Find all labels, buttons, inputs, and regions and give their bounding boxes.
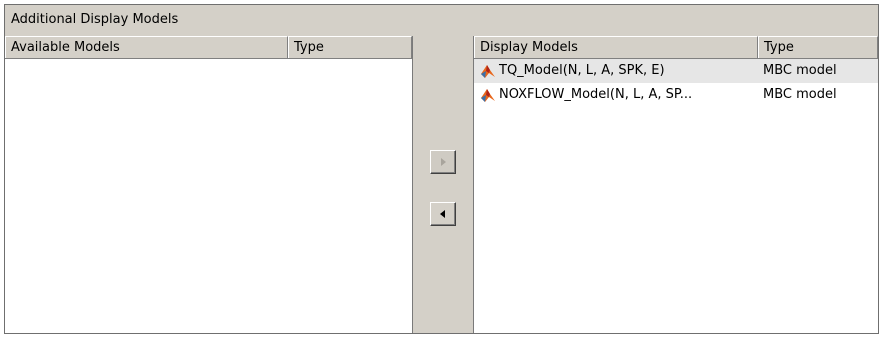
model-name-cell: TQ_Model(N, L, A, SPK, E) xyxy=(474,59,758,83)
display-models-body[interactable]: TQ_Model(N, L, A, SPK, E) MBC model NOXF… xyxy=(474,59,878,333)
panel-title: Additional Display Models xyxy=(5,5,878,37)
model-name-cell: NOXFLOW_Model(N, L, A, SP... xyxy=(474,83,758,107)
column-header-display-models[interactable]: Display Models xyxy=(474,36,758,58)
model-type-cell: MBC model xyxy=(763,63,837,78)
model-name: NOXFLOW_Model(N, L, A, SP... xyxy=(499,87,693,102)
display-models-header: Display Models Type xyxy=(474,36,878,59)
list-item[interactable]: NOXFLOW_Model(N, L, A, SP... MBC model xyxy=(474,83,878,107)
remove-model-button[interactable] xyxy=(430,202,456,226)
available-models-list[interactable]: Available Models Type xyxy=(5,36,413,333)
column-header-type[interactable]: Type xyxy=(288,36,412,58)
column-header-available-models[interactable]: Available Models xyxy=(5,36,288,58)
arrow-left-icon xyxy=(440,210,445,218)
add-model-button[interactable] xyxy=(430,150,456,174)
additional-display-models-panel: Additional Display Models Available Mode… xyxy=(4,4,879,334)
list-item[interactable]: TQ_Model(N, L, A, SPK, E) MBC model xyxy=(474,59,878,83)
display-models-list[interactable]: Display Models Type TQ_Model(N, L, A, SP… xyxy=(473,36,878,333)
arrow-right-icon xyxy=(441,158,446,166)
transfer-button-strip xyxy=(413,36,473,333)
matlab-model-icon xyxy=(481,65,495,78)
model-name: TQ_Model(N, L, A, SPK, E) xyxy=(499,63,665,78)
matlab-model-icon xyxy=(481,89,495,102)
model-type-cell: MBC model xyxy=(763,87,837,102)
available-models-header: Available Models Type xyxy=(5,36,412,59)
available-models-body[interactable] xyxy=(5,59,412,333)
column-header-type[interactable]: Type xyxy=(758,36,878,58)
